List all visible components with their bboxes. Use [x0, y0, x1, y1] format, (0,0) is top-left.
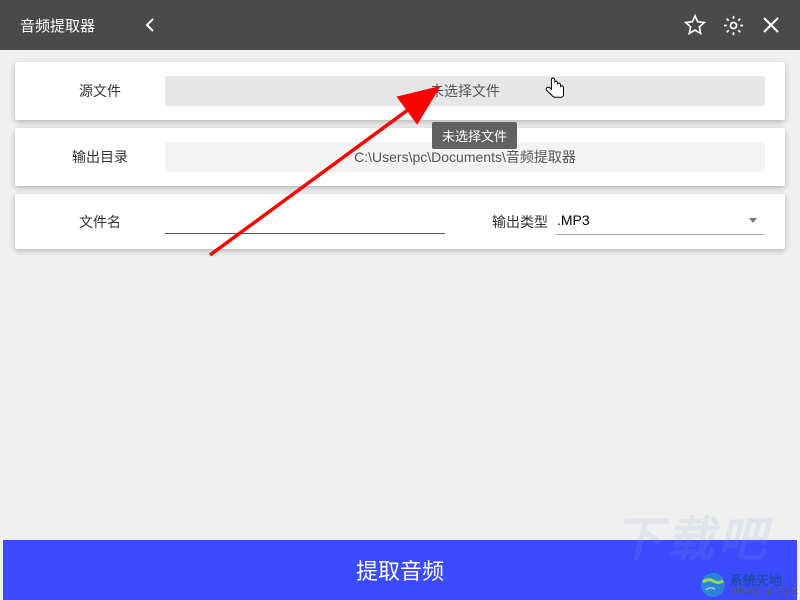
settings-button[interactable]	[714, 6, 752, 44]
back-button[interactable]	[135, 10, 165, 40]
app-title: 音频提取器	[20, 15, 95, 36]
source-file-tooltip: 未选择文件	[432, 122, 517, 149]
title-bar: 音频提取器	[0, 0, 800, 50]
gear-icon	[722, 14, 745, 37]
watermark-en-text: XiTongTianDi.net	[730, 587, 798, 596]
globe-icon	[700, 572, 726, 598]
close-icon	[762, 16, 780, 34]
watermark: 系统天地 XiTongTianDi.net	[700, 572, 798, 598]
output-type-label: 输出类型	[485, 212, 555, 232]
filename-label: 文件名	[35, 212, 165, 232]
output-dir-card: 输出目录	[15, 128, 785, 186]
source-file-label: 源文件	[35, 81, 165, 101]
source-file-button[interactable]: 未选择文件	[165, 76, 765, 106]
favorite-button[interactable]	[676, 6, 714, 44]
output-dir-label: 输出目录	[35, 147, 165, 167]
output-type-select[interactable]: .MP3	[555, 208, 765, 235]
extract-audio-button[interactable]: 提取音频	[3, 540, 797, 600]
chevron-left-icon	[145, 17, 155, 33]
close-button[interactable]	[752, 6, 790, 44]
source-file-card: 源文件 未选择文件	[15, 62, 785, 120]
filename-input[interactable]	[165, 209, 445, 234]
filename-output-card: 文件名 输出类型 .MP3	[15, 194, 785, 249]
star-icon	[684, 14, 706, 36]
